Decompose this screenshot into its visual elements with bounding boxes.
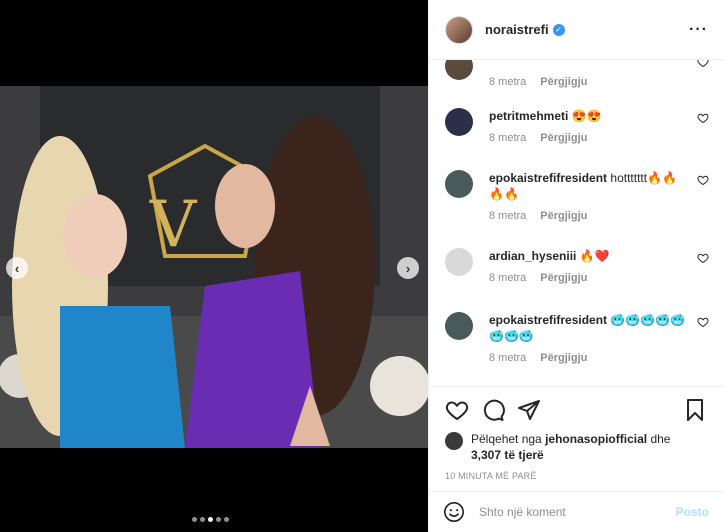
post-side-panel: noraistrefi ✓ ··· 8 metra Përgjigju petr… [428,0,724,532]
svg-text:V: V [149,188,198,262]
commenter-avatar[interactable] [445,60,473,80]
comment-item: epokaistrefifresident 🥶🥶🥶🥶🥶🥶🥶🥶 8 metra P… [445,312,715,364]
slide-dot [216,517,221,522]
comment-meta: 8 metra Përgjigju [489,210,715,222]
like-comment-heart-icon[interactable] [697,112,709,124]
like-comment-heart-icon[interactable] [697,252,709,264]
post-header: noraistrefi ✓ ··· [429,0,724,60]
slide-dot-active [208,517,213,522]
author-avatar[interactable] [445,15,473,44]
like-heart-icon[interactable] [445,398,469,422]
post-actions: Pëlqehet nga jehonasopiofficial dhe 3,30… [429,386,723,481]
previous-slide-button[interactable]: ‹ [6,257,28,279]
likes-suffix: dhe [650,432,671,446]
verified-badge-icon: ✓ [552,23,565,36]
slide-indicator [192,517,229,522]
comment-meta: 8 metra Përgjigju [489,352,715,364]
commenter-avatar[interactable] [445,108,473,136]
comment-age: 8 metra [489,132,527,144]
comment-item: epokaistrefifresident hottttttt🔥🔥🔥🔥 8 me… [445,170,715,222]
author-username[interactable]: noraistrefi [485,22,549,37]
commenter-avatar[interactable] [445,170,473,198]
comment-age: 8 metra [489,272,527,284]
reply-button[interactable]: Përgjigju [540,272,587,284]
reply-button[interactable]: Përgjigju [540,76,587,88]
likes-prefix: Pëlqehet nga [471,432,542,446]
comment-username[interactable]: ardian_hyseniii [489,249,576,263]
comment-meta: 8 metra Përgjigju [489,272,715,284]
reply-button[interactable]: Përgjigju [540,352,587,364]
like-comment-heart-icon[interactable] [697,60,709,68]
next-slide-button[interactable]: › [397,257,419,279]
comment-username[interactable]: epokaistrefifresident [489,313,607,327]
comment-meta: 8 metra Përgjigju [489,76,715,88]
liker-avatar[interactable] [445,432,463,450]
emoji-icon[interactable] [443,501,465,523]
comment-meta: 8 metra Përgjigju [489,132,715,144]
reply-button[interactable]: Përgjigju [540,210,587,222]
more-options-icon[interactable]: ··· [689,21,708,39]
comment-text: 😍😍 [571,109,602,123]
slide-dot [192,517,197,522]
commenter-avatar[interactable] [445,248,473,276]
comment-username[interactable]: epokaistrefifresident [489,171,607,185]
slide-dot [200,517,205,522]
comments-list: 8 metra Përgjigju petritmehmeti 😍😍 8 met… [429,60,723,386]
add-comment-bar: Posto [429,491,723,532]
comment-username[interactable]: petritmehmeti [489,109,568,123]
comment-age: 8 metra [489,76,527,88]
comment-bubble-icon[interactable] [481,398,505,422]
comment-item: ardian_hyseniii 🔥❤️ 8 metra Përgjigju [445,248,715,284]
slide-dot [224,517,229,522]
share-paper-plane-icon[interactable] [517,398,541,422]
comment-text: 🔥❤️ [579,249,610,263]
action-icons [445,397,707,423]
commenter-avatar[interactable] [445,312,473,340]
like-comment-heart-icon[interactable] [697,174,709,186]
like-comment-heart-icon[interactable] [697,316,709,328]
post-timestamp[interactable]: 10 MINUTA MË PARË [445,471,707,481]
media-panel: V ‹ › [0,0,428,532]
save-bookmark-icon[interactable] [683,398,707,422]
comment-age: 8 metra [489,210,527,222]
liker-username[interactable]: jehonasopiofficial [545,432,647,446]
likes-count[interactable]: 3,307 të tjerë [471,448,544,462]
likes-summary: Pëlqehet nga jehonasopiofficial dhe 3,30… [445,431,707,463]
comment-item: petritmehmeti 😍😍 8 metra Përgjigju [445,108,715,144]
photo-illustration: V [0,86,428,448]
comment-input[interactable] [479,505,676,519]
post-comment-button[interactable]: Posto [676,505,709,519]
post-photo[interactable]: V [0,86,428,448]
comment-age: 8 metra [489,352,527,364]
comment-item: 8 metra Përgjigju [445,60,715,88]
reply-button[interactable]: Përgjigju [540,132,587,144]
